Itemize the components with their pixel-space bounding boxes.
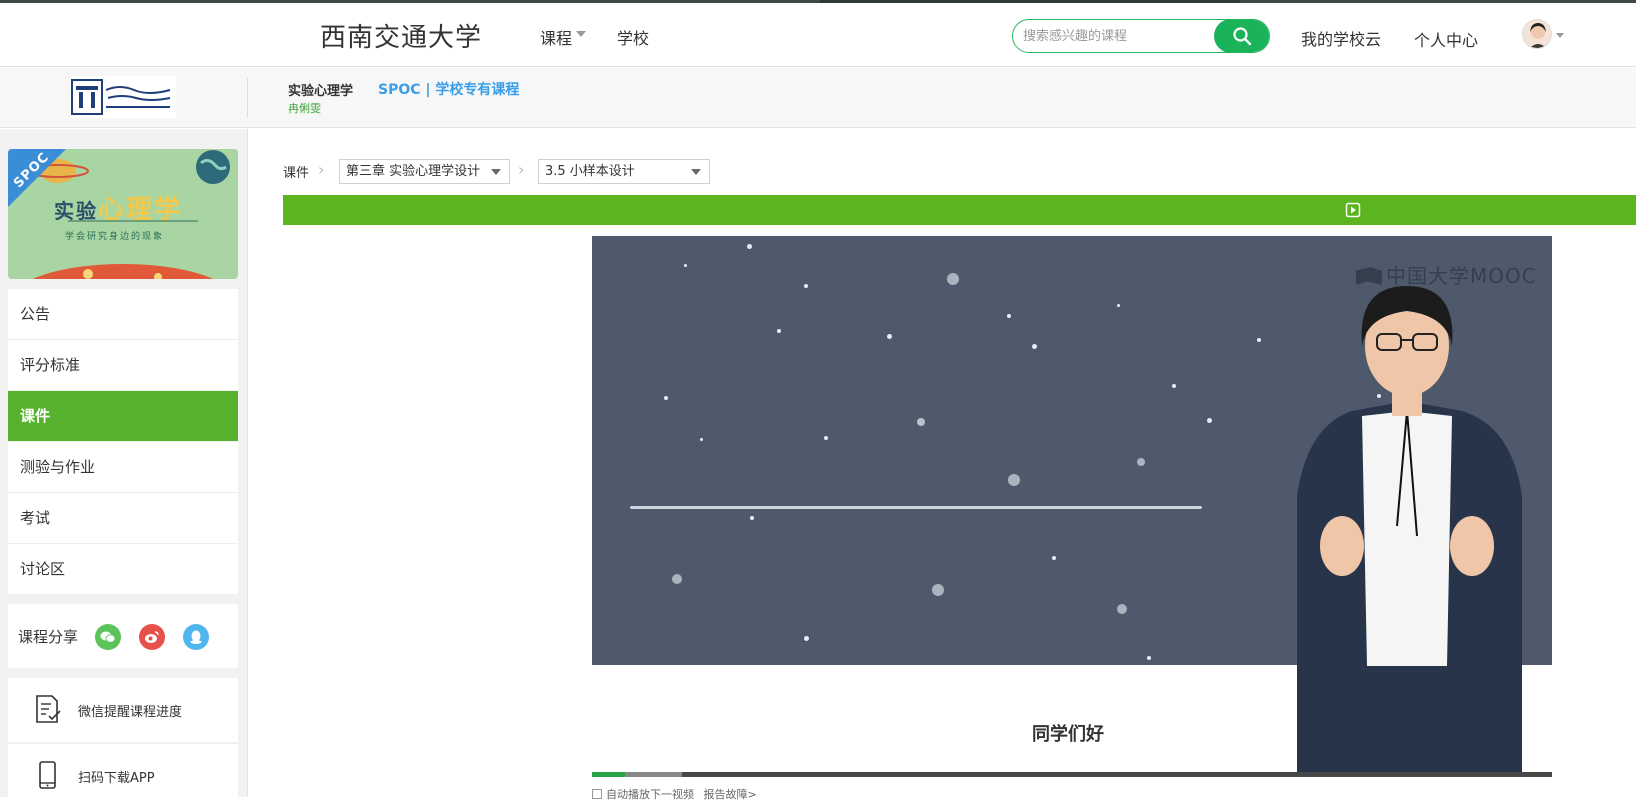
search-input[interactable] — [1023, 20, 1213, 52]
nav-course[interactable]: 课程 — [540, 25, 572, 49]
university-logo[interactable] — [70, 76, 176, 118]
teacher-name[interactable]: 冉俐雯 — [288, 100, 321, 116]
section-select-value: 3.5 小样本设计 — [545, 164, 635, 179]
sidebar-item-quizzes[interactable]: 测验与作业 — [8, 442, 238, 493]
sidebar-item-exam[interactable]: 考试 — [8, 493, 238, 544]
spoc-badge: SPOC | 学校专有课程 — [378, 82, 520, 98]
sidebar-item-grading[interactable]: 评分标准 — [8, 340, 238, 391]
chevron-down-icon — [691, 169, 701, 175]
nav-school[interactable]: 学校 — [617, 25, 649, 49]
avatar[interactable] — [1522, 19, 1552, 49]
horizon-line — [630, 506, 1202, 509]
search-icon — [1233, 27, 1252, 46]
banner-title: 实验心理学 — [54, 195, 183, 225]
presenter-figure — [1297, 286, 1522, 775]
avatar-menu-chevron-icon[interactable] — [1556, 33, 1564, 38]
site-title[interactable]: 西南交通大学 — [320, 17, 482, 54]
breadcrumb-root[interactable]: 课件 — [283, 162, 309, 181]
video-play-icon[interactable] — [1345, 202, 1361, 218]
course-share: 课程分享 — [8, 604, 238, 668]
search-box — [1012, 19, 1270, 53]
download-app-label: 扫码下载APP — [78, 771, 155, 786]
course-banner[interactable]: SPOC 实验心理学 学会研究身边的现象 — [8, 149, 238, 279]
breadcrumb-separator-icon: › — [318, 160, 325, 179]
chevron-down-icon — [491, 169, 501, 175]
checklist-icon — [30, 692, 64, 726]
search-button[interactable] — [1214, 20, 1269, 52]
section-select[interactable]: 3.5 小样本设计 — [538, 159, 710, 184]
video-progress-bar[interactable] — [592, 772, 1552, 777]
sidebar-item-announcements[interactable]: 公告 — [8, 289, 238, 340]
video-played — [592, 772, 625, 777]
autoplay-row: 自动播放下一视频 报告故障> — [592, 786, 757, 802]
video-subtitle: 同学们好 — [1032, 724, 1104, 745]
wechat-share-icon[interactable] — [95, 624, 121, 650]
autoplay-checkbox[interactable] — [592, 789, 602, 799]
sidebar-item-courseware[interactable]: 课件 — [8, 391, 238, 442]
video-player[interactable]: 中国大学MOOC 同学们好 — [592, 236, 1552, 775]
report-issue-link[interactable]: 报告故障> — [704, 788, 757, 801]
weibo-share-icon[interactable] — [139, 624, 165, 650]
chevron-down-icon — [576, 31, 586, 37]
wechat-reminder-label: 微信提醒课程进度 — [78, 705, 183, 720]
download-app-tool[interactable]: 扫码下载APP — [8, 743, 238, 807]
course-menu: 公告 评分标准 课件 测验与作业 考试 讨论区 — [8, 289, 238, 595]
nav-school-cloud[interactable]: 我的学校云 — [1301, 26, 1381, 50]
course-name[interactable]: 实验心理学 — [288, 80, 353, 99]
wechat-reminder-tool[interactable]: 微信提醒课程进度 — [8, 678, 238, 742]
banner-subtitle: 学会研究身边的现象 — [65, 232, 165, 242]
video-tab-bar — [283, 195, 1636, 225]
course-header: 实验心理学 SPOC | 学校专有课程 冉俐雯 — [0, 68, 1636, 128]
chapter-select-value: 第三章 实验心理学设计 — [346, 164, 481, 179]
site-header: 西南交通大学 课程 学校 我的学校云 个人中心 — [0, 3, 1636, 67]
divider — [247, 78, 248, 118]
chapter-select[interactable]: 第三章 实验心理学设计 — [339, 159, 510, 184]
phone-icon — [30, 758, 64, 792]
share-label: 课程分享 — [18, 628, 79, 646]
qq-share-icon[interactable] — [183, 624, 209, 650]
breadcrumb-separator-icon: › — [518, 160, 525, 179]
autoplay-label: 自动播放下一视频 — [606, 788, 694, 801]
sidebar-item-discussion[interactable]: 讨论区 — [8, 544, 238, 595]
nav-personal-center[interactable]: 个人中心 — [1414, 27, 1478, 51]
